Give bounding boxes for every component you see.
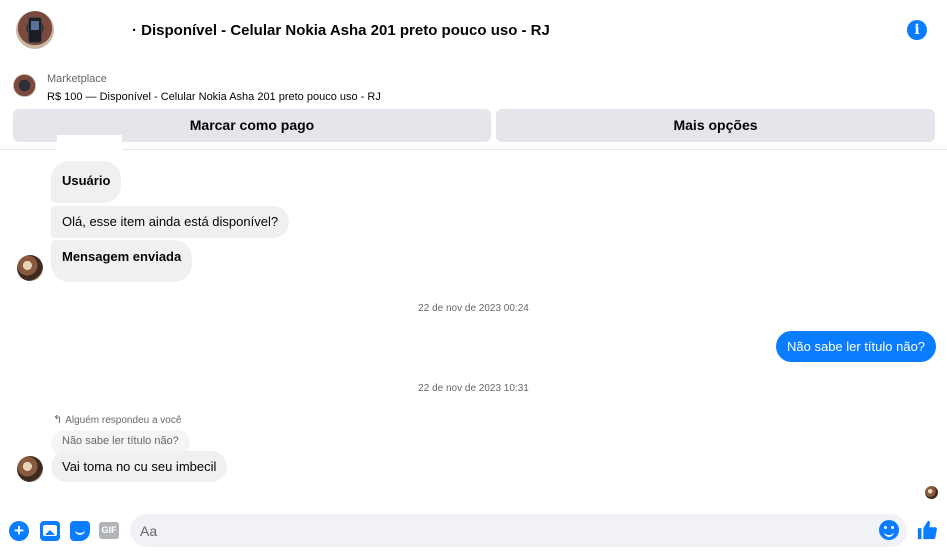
sender-avatar[interactable] bbox=[17, 456, 43, 482]
info-icon[interactable]: i bbox=[907, 20, 927, 40]
listing-summary[interactable]: R$ 100 — Disponível - Celular Nokia Asha… bbox=[47, 91, 381, 103]
message-bubble-user-label: Usuário bbox=[51, 161, 122, 203]
more-options-button[interactable]: Mais opções bbox=[496, 109, 935, 142]
marketplace-label: Marketplace bbox=[47, 73, 107, 85]
thumbs-up-icon[interactable] bbox=[916, 519, 938, 541]
plus-icon[interactable]: + bbox=[9, 521, 29, 541]
my-message-bubble: Não sabe ler título não? bbox=[776, 331, 937, 362]
gif-icon[interactable]: GIF bbox=[99, 522, 119, 539]
timestamp: 22 de nov de 2023 10:31 bbox=[418, 383, 529, 394]
timestamp: 22 de nov de 2023 00:24 bbox=[418, 303, 529, 314]
sender-name-mask bbox=[57, 135, 122, 157]
conversation-header: · Disponível - Celular Nokia Asha 201 pr… bbox=[0, 0, 947, 150]
read-receipt-avatar bbox=[925, 486, 938, 499]
emoji-icon[interactable] bbox=[879, 520, 899, 540]
listing-avatar[interactable] bbox=[16, 11, 54, 49]
sticker-icon[interactable] bbox=[70, 521, 90, 541]
reply-arrow-icon: ↰ bbox=[53, 414, 63, 426]
phone-image bbox=[28, 17, 42, 43]
reply-indicator-text: Alguém respondeu a você bbox=[65, 415, 182, 426]
marketplace-avatar bbox=[13, 74, 36, 97]
message-bubble-sent-label: Mensagem enviada bbox=[51, 240, 193, 282]
message-bubble-reply: Vai toma no cu seu imbecil bbox=[51, 451, 228, 482]
message-bubble-availability: Olá, esse item ainda está disponível? bbox=[51, 206, 290, 238]
message-input-container[interactable] bbox=[130, 514, 907, 547]
image-icon[interactable] bbox=[40, 521, 60, 541]
message-input[interactable] bbox=[140, 514, 870, 547]
sender-avatar[interactable] bbox=[17, 255, 43, 281]
conversation-title[interactable]: · Disponível - Celular Nokia Asha 201 pr… bbox=[132, 22, 550, 39]
reply-indicator: ↰ Alguém respondeu a você bbox=[53, 413, 181, 426]
